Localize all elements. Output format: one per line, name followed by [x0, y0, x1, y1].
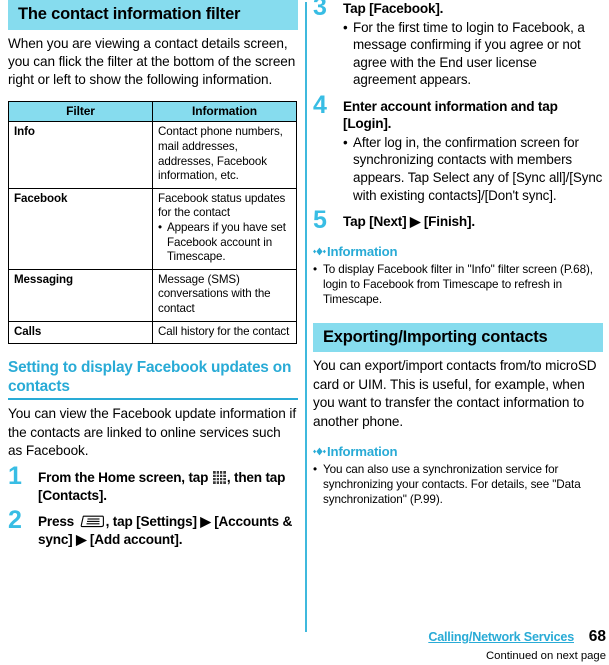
section-banner-exporting-importing: Exporting/Importing contacts	[313, 322, 603, 353]
step-4: 4 Enter account information and tap [Log…	[313, 92, 603, 204]
manual-page: The contact information filter When you …	[0, 0, 609, 665]
table-cell-description: Contact phone numbers, mail addresses, a…	[152, 121, 297, 189]
contact-filter-table: Filter Information Info Contact phone nu…	[8, 100, 297, 345]
table-row: Calls Call history for the contact	[8, 320, 297, 345]
table-header-information: Information	[152, 100, 297, 123]
continued-note: Continued on next page	[486, 650, 606, 662]
step-title: From the Home screen, tap , then tap [Co…	[38, 469, 298, 504]
left-column: The contact information filter When you …	[8, 0, 298, 548]
table-cell-filter: Messaging	[8, 268, 153, 322]
table-cell-filter: Calls	[8, 320, 153, 345]
table-row: Info Contact phone numbers, mail address…	[8, 121, 297, 189]
step-title: Tap [Next] ▶ [Finish].	[343, 214, 475, 230]
step-3: 3 Tap [Facebook]. For the first time to …	[313, 0, 603, 89]
table-cell-description: Message (SMS) conversations with the con…	[152, 268, 297, 322]
section-banner-contact-filter: The contact information filter	[8, 0, 298, 30]
export-import-paragraph: You can export/import contacts from/to m…	[313, 358, 597, 429]
information-heading-1: Information	[313, 244, 603, 259]
diamond-bullet-icon	[313, 245, 326, 256]
step-sub-bullet: For the first time to login to Facebook,…	[343, 19, 603, 89]
information-item: You can also use a synchronization servi…	[313, 462, 603, 507]
step-1: 1 From the Home screen, tap , then tap […	[8, 464, 298, 504]
section-heading-facebook-updates: Setting to display Facebook updates on c…	[8, 359, 292, 396]
step-title: Enter account information and tap [Login…	[343, 98, 558, 132]
information-heading-text: Information	[327, 243, 398, 259]
table-cell-description: Call history for the contact	[152, 320, 297, 345]
intro-paragraph: When you are viewing a contact details s…	[8, 35, 296, 88]
diamond-bullet-icon	[313, 445, 326, 456]
step-title: Tap [Facebook].	[343, 1, 444, 16]
information-heading-2: Information	[313, 444, 603, 459]
menu-key-icon	[80, 515, 104, 528]
step-5: 5 Tap [Next] ▶ [Finish].	[313, 208, 603, 233]
right-column: 3 Tap [Facebook]. For the first time to …	[313, 0, 603, 507]
section-paragraph: You can view the Facebook update informa…	[8, 406, 297, 458]
step-number: 1	[8, 462, 22, 491]
footer-chapter-link[interactable]: Calling/Network Services	[428, 630, 574, 644]
table-cell-description-text: Message (SMS) conversations with the con…	[158, 272, 271, 315]
step-number: 2	[8, 506, 22, 535]
step-number: 4	[313, 90, 327, 119]
step-title-text-before: From the Home screen, tap	[38, 470, 212, 486]
step-number: 5	[313, 206, 327, 235]
step-number: 3	[313, 0, 327, 21]
table-row: Messaging Message (SMS) conversations wi…	[8, 268, 297, 322]
step-title: Press , tap [Settings] ▶ [Accounts & syn…	[38, 513, 298, 548]
step-sub-bullet: After log in, the confirmation screen fo…	[343, 134, 603, 204]
page-number: 68	[588, 628, 606, 645]
table-cell-filter: Info	[8, 121, 153, 189]
table-cell-description-text: Facebook status updates for the contact	[158, 191, 286, 220]
app-drawer-grid-icon	[212, 471, 226, 485]
table-cell-filter: Facebook	[8, 187, 153, 270]
table-row: Facebook Facebook status updates for the…	[8, 187, 297, 270]
column-divider	[305, 2, 307, 632]
table-header-row: Filter Information	[8, 100, 297, 123]
table-header-filter: Filter	[8, 100, 153, 123]
information-item: To display Facebook filter in "Info" fil…	[313, 262, 603, 307]
step-title-text-before: Press	[38, 514, 78, 530]
section-rule	[8, 398, 298, 401]
table-cell-description: Facebook status updates for the contact …	[152, 187, 297, 270]
table-cell-bullet: Appears if you have set Facebook account…	[158, 221, 291, 265]
step-2: 2 Press , tap [Settings] ▶ [Accounts & s…	[8, 508, 298, 548]
table-cell-description-text: Contact phone numbers, mail addresses, a…	[158, 125, 283, 183]
table-cell-description-text: Call history for the contact	[158, 324, 290, 338]
page-footer: Calling/Network Services 68 Continued on…	[0, 628, 609, 665]
information-heading-text: Information	[327, 444, 398, 459]
